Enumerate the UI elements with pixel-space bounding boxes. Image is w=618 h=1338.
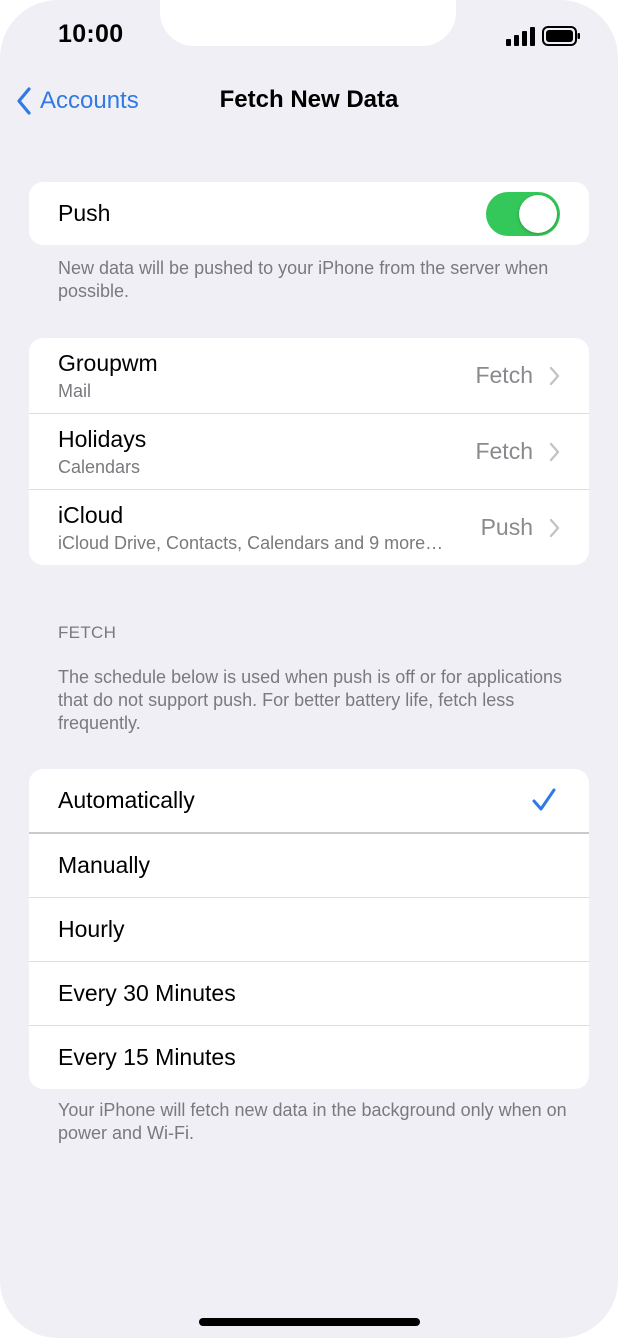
option-label: Every 15 Minutes bbox=[58, 1044, 236, 1070]
fetch-footnote: Your iPhone will fetch new data in the b… bbox=[58, 1100, 567, 1143]
option-automatically[interactable]: Automatically bbox=[29, 769, 589, 834]
fetch-section-header: FETCH bbox=[58, 623, 117, 642]
accounts-card: Groupwm Mail Fetch Holidays Calendars Fe… bbox=[29, 338, 589, 565]
account-value: Push bbox=[480, 514, 533, 540]
account-subtitle: iCloud Drive, Contacts, Calendars and 9 … bbox=[58, 533, 444, 553]
option-label: Manually bbox=[58, 852, 151, 878]
option-every-30-minutes[interactable]: Every 30 Minutes bbox=[29, 962, 589, 1026]
fetch-description: The schedule below is used when push is … bbox=[58, 667, 562, 733]
notch bbox=[160, 0, 456, 46]
signal-icon bbox=[506, 27, 535, 46]
checkmark-icon bbox=[532, 788, 556, 811]
account-subtitle: Calendars bbox=[58, 457, 141, 477]
chevron-right-icon bbox=[549, 442, 560, 462]
home-indicator[interactable] bbox=[199, 1318, 420, 1326]
option-hourly[interactable]: Hourly bbox=[29, 898, 589, 962]
account-name: Groupwm bbox=[58, 350, 158, 376]
fetch-options-card: Automatically Manually Hourly Every 30 M… bbox=[29, 769, 589, 1089]
account-row-groupwm[interactable]: Groupwm Mail Fetch bbox=[29, 338, 589, 414]
account-value: Fetch bbox=[475, 438, 533, 464]
phone-screen: 10:00 Accounts Fetch New Data Push New d… bbox=[0, 0, 618, 1338]
account-value: Fetch bbox=[475, 362, 533, 388]
push-card: Push bbox=[29, 182, 589, 245]
push-toggle[interactable] bbox=[486, 192, 560, 236]
push-label: Push bbox=[58, 200, 111, 226]
option-manually[interactable]: Manually bbox=[29, 834, 589, 898]
account-row-holidays[interactable]: Holidays Calendars Fetch bbox=[29, 414, 589, 490]
option-every-15-minutes[interactable]: Every 15 Minutes bbox=[29, 1026, 589, 1089]
option-label: Every 30 Minutes bbox=[58, 980, 236, 1006]
status-time: 10:00 bbox=[58, 20, 124, 48]
chevron-right-icon bbox=[549, 366, 560, 386]
push-footnote: New data will be pushed to your iPhone f… bbox=[58, 258, 549, 301]
account-row-icloud[interactable]: iCloud iCloud Drive, Contacts, Calendars… bbox=[29, 490, 589, 565]
account-name: iCloud bbox=[58, 502, 124, 528]
account-name: Holidays bbox=[58, 426, 147, 452]
status-icons bbox=[506, 26, 580, 46]
page-title: Fetch New Data bbox=[219, 86, 399, 113]
chevron-right-icon bbox=[549, 518, 560, 538]
toggle-knob bbox=[519, 195, 557, 233]
battery-icon bbox=[542, 26, 580, 46]
option-label: Hourly bbox=[58, 916, 125, 942]
account-subtitle: Mail bbox=[58, 381, 92, 401]
option-label: Automatically bbox=[58, 787, 195, 813]
